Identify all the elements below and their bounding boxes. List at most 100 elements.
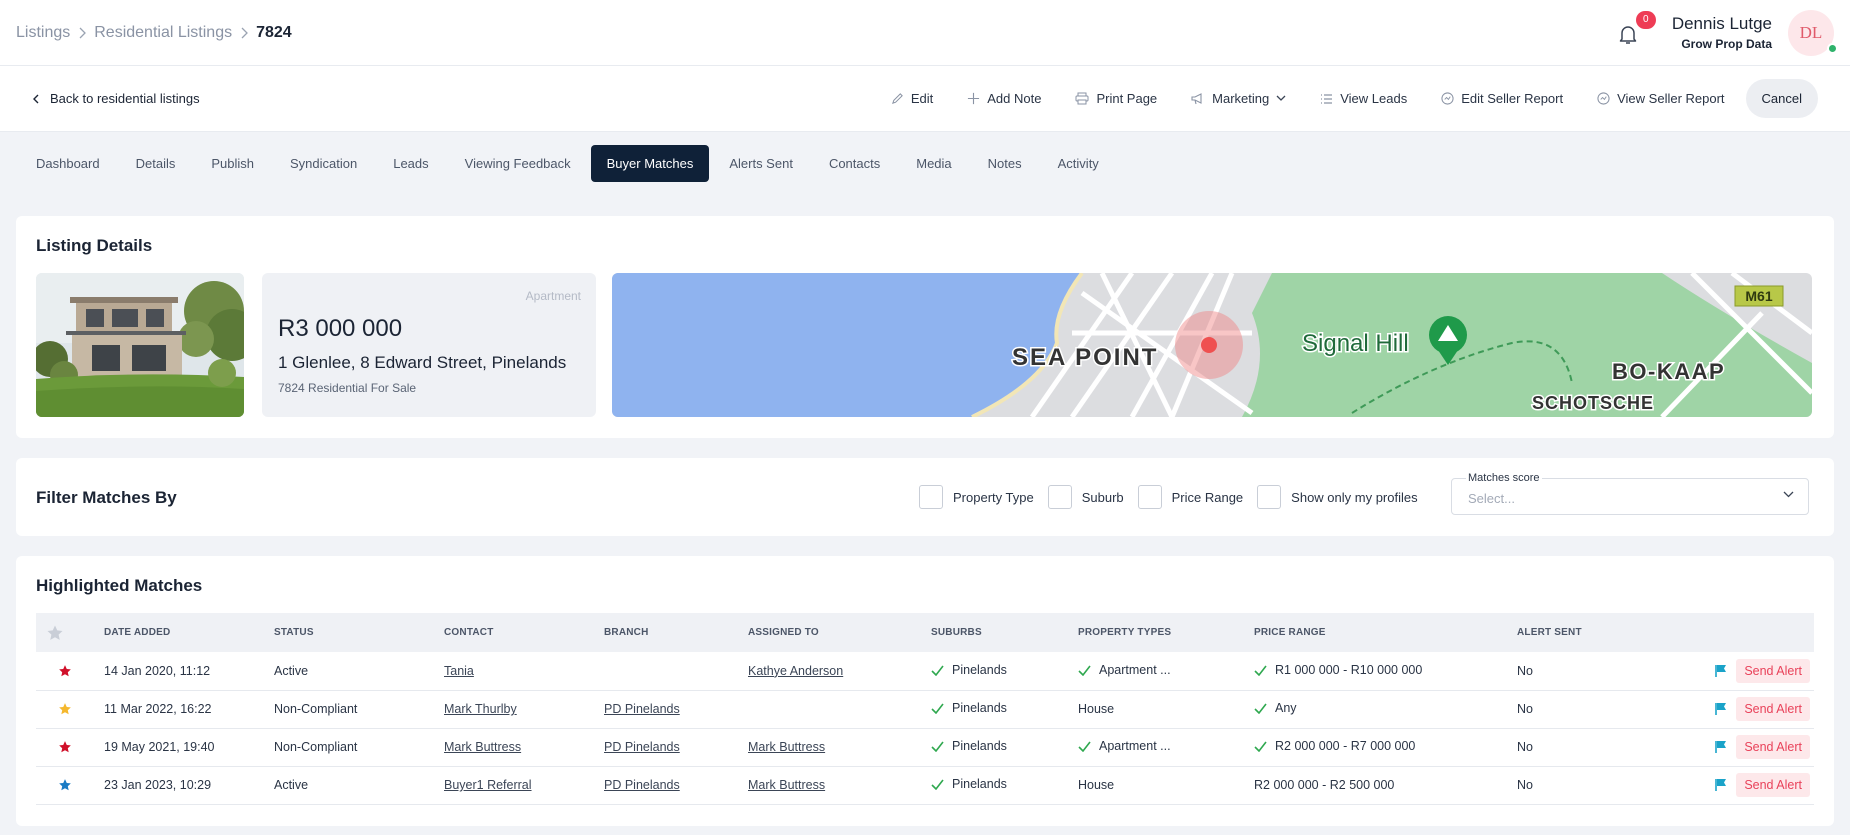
view-leads-button[interactable]: View Leads [1303,91,1424,106]
checkbox-box[interactable] [1047,485,1072,509]
column-suburbs[interactable]: SUBURBS [931,613,1078,652]
user-name: Dennis Lutge [1671,14,1772,33]
assigned-to-link[interactable]: Kathye Anderson [748,664,843,678]
send-alert-button[interactable]: Send Alert [1736,773,1810,797]
user-info: Dennis Lutge Grow Prop Data [1672,14,1772,51]
table-row[interactable]: 14 Jan 2020, 11:12 Active Tania Kathye Ande… [36,652,1814,691]
send-alert-button[interactable]: Send Alert [1736,697,1810,721]
suburb-value: Pinelands [952,739,1007,754]
column-assigned-to[interactable]: ASSIGNED TO [748,613,931,652]
property-type-value: Apartment ... [1099,663,1171,677]
price-range-value: R2 000 000 - R2 500 000 [1254,778,1395,792]
view-seller-report-button[interactable]: View Seller Report [1580,91,1741,106]
column-status[interactable]: STATUS [274,613,444,652]
column-property-types[interactable]: PROPERTY TYPES [1078,613,1254,652]
contact-link[interactable]: Mark Thurlby [444,702,517,716]
top-bar: Listings Residential Listings 7824 0 Den… [0,0,1850,66]
filter-price-range-checkbox[interactable]: Price Range [1137,485,1243,509]
contact-link[interactable]: Buyer1 Referral [444,778,532,792]
marketing-dropdown[interactable]: Marketing [1174,91,1303,106]
add-note-button[interactable]: Add Note [950,91,1058,106]
contact-cell: Mark Buttress [444,728,604,767]
tab-alerts-sent[interactable]: Alerts Sent [713,145,809,182]
filter-suburb-checkbox[interactable]: Suburb [1047,485,1124,509]
branch-link[interactable]: PD Pinelands [604,740,680,754]
breadcrumb-residential-listings[interactable]: Residential Listings [94,24,232,42]
price-range-value: Any [1275,701,1297,716]
assigned-to-link[interactable]: Mark Buttress [748,778,825,792]
action-bar: Back to residential listings Edit Add No… [0,66,1850,132]
column-date-added[interactable]: DATE ADDED [86,613,274,652]
flag-icon[interactable] [1714,740,1728,754]
tab-viewing-feedback[interactable]: Viewing Feedback [449,145,587,182]
checkbox-box[interactable] [1137,485,1162,509]
favourite-star-cell[interactable] [36,728,86,767]
tab-publish[interactable]: Publish [195,145,270,182]
favourite-star-cell[interactable] [36,652,86,691]
tab-notes[interactable]: Notes [972,145,1038,182]
suburb-value: Pinelands [952,701,1007,716]
column-price-range[interactable]: PRICE RANGE [1254,613,1517,652]
suburbs-cell: Pinelands [931,690,1078,729]
checkbox-label: Property Type [953,489,1034,505]
check-icon [1078,741,1091,752]
avatar[interactable]: DL [1788,9,1838,56]
send-alert-button[interactable]: Send Alert [1736,658,1810,683]
column-branch[interactable]: BRANCH [604,613,748,652]
favourite-star-cell[interactable] [36,766,86,805]
tab-details[interactable]: Details [120,145,192,182]
assigned-to-link[interactable]: Mark Buttress [748,740,825,754]
branch-link[interactable]: PD Pinelands [604,702,680,716]
contact-cell: Mark Thurlby [444,690,604,729]
listing-info-panel: Apartment R3 000 000 1 Glenlee, 8 Edward… [262,273,596,417]
breadcrumb-listings[interactable]: Listings [16,24,70,42]
back-to-listings-link[interactable]: Back to residential listings [32,91,200,106]
branch-link[interactable]: PD Pinelands [604,778,680,792]
tab-leads[interactable]: Leads [377,145,444,182]
contact-link[interactable]: Tania [444,664,474,678]
filter-my-profiles-checkbox[interactable]: Show only my profiles [1257,485,1418,509]
property-photo[interactable] [36,273,244,417]
tab-syndication[interactable]: Syndication [274,145,373,182]
star-icon[interactable] [58,702,86,716]
checkbox-box[interactable] [919,485,943,509]
favourite-star-cell[interactable] [36,690,86,729]
flag-icon[interactable] [1714,778,1728,792]
location-map[interactable]: M61 SEA POINT Signal Hill BO-KAAP SCHOTS… [612,273,1812,417]
edit-seller-report-button[interactable]: Edit Seller Report [1424,91,1580,106]
tab-dashboard[interactable]: Dashboard [20,145,116,182]
map-label-sea-point: SEA POINT [1012,344,1158,371]
star-column-header[interactable] [36,613,86,652]
property-type-label: Apartment [525,289,581,303]
star-icon[interactable] [58,740,86,754]
tab-activity[interactable]: Activity [1042,145,1115,182]
notifications-button[interactable]: 0 [1616,10,1656,47]
column-contact[interactable]: CONTACT [444,613,604,652]
tab-media[interactable]: Media [900,145,967,182]
view-seller-report-label: View Seller Report [1617,91,1725,106]
date-added-cell: 19 May 2021, 19:40 [86,728,274,767]
flag-icon[interactable] [1714,664,1728,678]
send-alert-button[interactable]: Send Alert [1736,735,1810,759]
map-label-signal-hill: Signal Hill [1302,330,1409,357]
table-row[interactable]: 11 Mar 2022, 16:22 Non-Compliant Mark Thur… [36,690,1814,729]
contact-link[interactable]: Mark Buttress [444,740,521,754]
star-icon[interactable] [58,778,86,792]
column-alert-sent[interactable]: ALERT SENT [1517,613,1627,652]
flag-icon[interactable] [1714,702,1728,716]
tab-buyer-matches[interactable]: Buyer Matches [590,145,710,182]
table-row[interactable]: 23 Jan 2023, 10:29 Active Buyer1 Referral P… [36,766,1814,805]
checkbox-box[interactable] [1257,485,1282,509]
filter-property-type-checkbox[interactable]: Property Type [919,485,1034,509]
cancel-button[interactable]: Cancel [1745,79,1818,118]
table-row[interactable]: 19 May 2021, 19:40 Non-Compliant Mark Butt… [36,728,1814,767]
check-icon [1254,741,1267,752]
tab-contacts[interactable]: Contacts [813,145,896,182]
chevron-right-icon [78,27,87,39]
assigned-to-cell: Mark Buttress [748,728,931,767]
matches-score-select[interactable]: Matches score Select... [1451,472,1809,515]
status-cell: Non-Compliant [274,728,444,767]
print-page-button[interactable]: Print Page [1058,91,1174,106]
star-icon[interactable] [58,664,86,678]
edit-button[interactable]: Edit [874,91,950,106]
